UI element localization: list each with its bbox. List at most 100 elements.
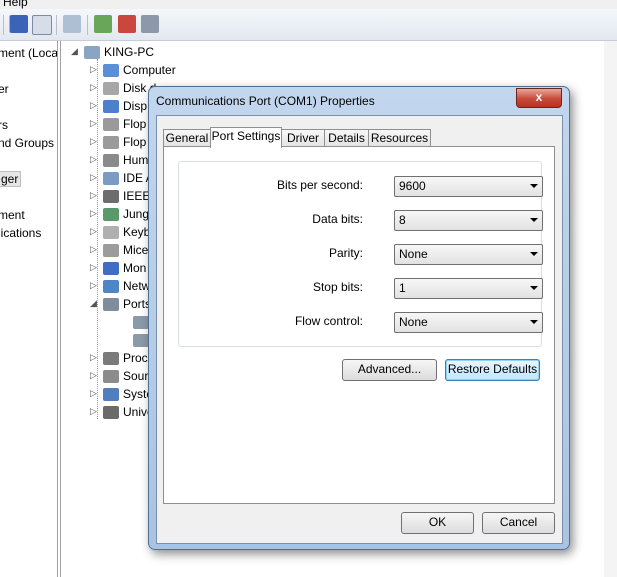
expand-arrow-icon[interactable]: ▷: [90, 64, 100, 75]
expand-arrow-icon[interactable]: ▷: [90, 172, 100, 183]
expand-arrow-icon[interactable]: ▷: [90, 82, 100, 93]
tab-driver[interactable]: Driver: [281, 129, 325, 147]
cancel-button[interactable]: Cancel: [482, 512, 555, 534]
settings-group: Bits per second: 9600 Data bits: 8 Parit…: [178, 161, 543, 347]
tree-item-label: Jung: [123, 207, 150, 221]
uninstall-icon[interactable]: [118, 15, 136, 33]
disable-device-icon[interactable]: [141, 15, 159, 33]
menu-bar: Help: [0, 0, 617, 9]
tree-item-label: Mice: [123, 243, 149, 257]
expand-arrow-icon[interactable]: ▷: [90, 154, 100, 165]
network-adapter-icon: [103, 280, 119, 293]
chevron-down-icon: [530, 286, 538, 290]
tree-item-label: Computer: [123, 63, 176, 77]
computer-icon: [103, 64, 119, 77]
expand-arrow-icon[interactable]: ▷: [90, 370, 100, 381]
data-bits-select[interactable]: 8: [394, 210, 543, 231]
chevron-down-icon: [530, 320, 538, 324]
sound-icon: [103, 370, 119, 383]
tree-item-label: Proc: [123, 351, 148, 365]
parity-select[interactable]: None: [394, 244, 543, 265]
jungo-icon: [103, 208, 119, 221]
expand-arrow-icon[interactable]: ▷: [90, 406, 100, 417]
left-item[interactable]: ment: [0, 208, 25, 222]
close-button[interactable]: x: [516, 88, 562, 108]
port-icon: [103, 298, 119, 311]
tree-root[interactable]: ◢ KING-PC: [71, 44, 191, 62]
left-item-selected[interactable]: ger: [0, 171, 22, 187]
ide-controller-icon: [103, 172, 119, 185]
display-adapter-icon: [103, 100, 119, 113]
expand-arrow-icon[interactable]: ▷: [90, 244, 100, 255]
collapse-arrow-icon[interactable]: ◢: [90, 298, 100, 309]
tab-port-settings[interactable]: Port Settings: [210, 127, 282, 148]
bits-per-second-value: 9600: [399, 179, 426, 193]
flow-control-label: Flow control:: [294, 314, 363, 328]
expand-arrow-icon[interactable]: ▷: [90, 262, 100, 273]
expand-arrow-icon[interactable]: ▷: [90, 190, 100, 201]
chevron-down-icon: [530, 184, 538, 188]
expand-arrow-icon[interactable]: ▷: [90, 118, 100, 129]
expand-arrow-icon[interactable]: ▷: [90, 226, 100, 237]
tree-connector-line: [97, 59, 98, 419]
show-hide-console-tree-icon[interactable]: [32, 15, 52, 35]
toolbar-separator: [3, 15, 4, 35]
tree-item-label: Keyb: [123, 225, 151, 239]
expand-arrow-icon[interactable]: ▷: [90, 100, 100, 111]
left-item[interactable]: lications: [0, 226, 41, 240]
menu-help[interactable]: Help: [3, 0, 28, 9]
update-driver-icon[interactable]: [94, 15, 112, 33]
tree-item-label: Sour: [123, 369, 149, 383]
left-item[interactable]: rs: [0, 118, 8, 132]
port-settings-panel: Bits per second: 9600 Data bits: 8 Parit…: [163, 146, 555, 504]
port-icon: [133, 316, 149, 329]
expand-arrow-icon[interactable]: ▷: [90, 280, 100, 291]
tab-details[interactable]: Details: [324, 129, 369, 147]
computer-icon: [84, 46, 100, 59]
tab-general[interactable]: General: [163, 129, 211, 147]
dialog-title: Communications Port (COM1) Properties: [156, 94, 375, 108]
dialog-client-area: General Port Settings Driver Details Res…: [156, 115, 563, 544]
left-item[interactable]: nd Groups: [0, 136, 54, 150]
console-tree-pane: ment (Local er rs nd Groups ger ment lic…: [0, 41, 58, 577]
flow-control-value: None: [399, 315, 428, 329]
com-port-properties-dialog: Communications Port (COM1) Properties x …: [148, 86, 570, 550]
ok-button[interactable]: OK: [401, 512, 474, 534]
flow-control-select[interactable]: None: [394, 312, 543, 333]
expand-arrow-icon[interactable]: ▷: [90, 388, 100, 399]
vertical-scrollbar[interactable]: [604, 41, 617, 577]
expand-arrow-icon[interactable]: ▷: [90, 208, 100, 219]
data-bits-label: Data bits:: [312, 212, 363, 226]
data-bits-value: 8: [399, 213, 406, 227]
restore-defaults-button[interactable]: Restore Defaults: [445, 359, 540, 381]
toolbar: [0, 9, 617, 41]
tree-item-label: Ports: [123, 297, 152, 311]
monitor-icon: [103, 262, 119, 275]
collapse-arrow-icon[interactable]: ◢: [71, 46, 81, 57]
floppy-drive-icon: [103, 136, 119, 149]
parity-value: None: [399, 247, 428, 261]
parity-label: Parity:: [328, 246, 363, 260]
left-item[interactable]: er: [0, 82, 9, 96]
system-devices-icon: [103, 388, 119, 401]
tree-item[interactable]: ▷ Computer: [90, 62, 230, 80]
help-icon[interactable]: [10, 15, 28, 33]
expand-arrow-icon[interactable]: ▷: [90, 136, 100, 147]
left-item[interactable]: ment (Local: [0, 46, 57, 60]
keyboard-icon: [103, 226, 119, 239]
usb-icon: [103, 406, 119, 419]
scan-hardware-icon[interactable]: [63, 15, 81, 33]
processor-icon: [103, 352, 119, 365]
expand-arrow-icon[interactable]: ▷: [90, 352, 100, 363]
tree-item-label: Netw: [123, 279, 151, 293]
toolbar-separator: [87, 15, 88, 35]
tree-item-label: Hum: [123, 153, 149, 167]
advanced-button[interactable]: Advanced...: [342, 359, 437, 381]
tab-resources[interactable]: Resources: [368, 129, 431, 147]
tree-item-label: Mon: [123, 261, 147, 275]
bits-per-second-select[interactable]: 9600: [394, 176, 543, 197]
stop-bits-select[interactable]: 1: [394, 278, 543, 299]
disk-drive-icon: [103, 82, 119, 95]
tree-item-label: Flop: [123, 135, 147, 149]
tree-item-label: IEEE: [123, 189, 151, 203]
